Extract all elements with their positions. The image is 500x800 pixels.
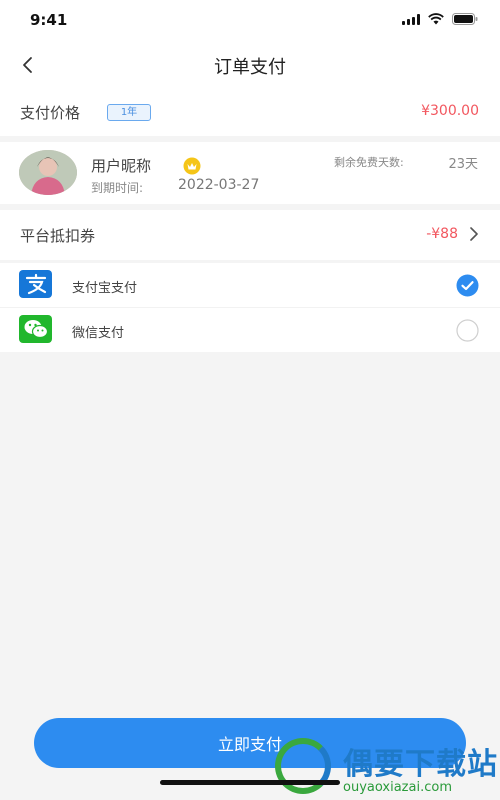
watermark-url: ouyaoxiazai.com <box>343 780 452 795</box>
status-time: 9:41 <box>30 11 68 29</box>
page-title: 订单支付 <box>214 57 286 78</box>
home-indicator <box>160 780 340 785</box>
status-icons <box>402 13 478 25</box>
vip-crown-icon <box>183 157 201 175</box>
coupon-value: -¥88 <box>426 226 458 242</box>
user-nickname: 用户昵称 <box>91 157 152 175</box>
status-bar: 9:41 <box>0 0 500 40</box>
payment-label-wechat: 微信支付 <box>72 326 125 341</box>
coupon-row[interactable]: 平台抵扣券 -¥88 <box>0 210 500 260</box>
payment-option-wechat[interactable]: 微信支付 <box>0 307 500 352</box>
price-row: 支付价格 1年 ¥300.00 <box>0 90 500 136</box>
remaining-days-value: 23天 <box>448 157 478 172</box>
signal-icon <box>402 13 420 25</box>
alipay-icon <box>19 270 52 298</box>
wifi-icon <box>428 13 444 25</box>
duration-badge: 1年 <box>107 104 151 121</box>
radio-checked-icon[interactable] <box>456 274 479 297</box>
watermark-logo <box>275 738 331 794</box>
radio-unchecked-icon[interactable] <box>456 319 479 342</box>
watermark: 偶要下载站 ouyaoxiazai.com <box>255 734 500 800</box>
payment-label-alipay: 支付宝支付 <box>72 281 138 296</box>
wechat-icon <box>19 315 52 343</box>
chevron-right-icon <box>470 227 478 241</box>
coupon-label: 平台抵扣券 <box>20 227 96 245</box>
avatar <box>19 150 77 195</box>
price-label: 支付价格 <box>20 104 81 122</box>
payment-option-alipay[interactable]: 支付宝支付 <box>0 263 500 307</box>
watermark-title: 偶要下载站 <box>343 747 498 782</box>
battery-icon <box>452 13 478 25</box>
remaining-days-label: 剩余免费天数: <box>334 156 404 169</box>
nav-bar: 订单支付 <box>0 40 500 90</box>
price-value: ¥300.00 <box>421 103 479 119</box>
expire-label: 到期时间: <box>91 181 144 195</box>
expire-date: 2022-03-27 <box>178 177 260 193</box>
user-info-row: 用户昵称 到期时间: 2022-03-27 剩余免费天数: 23天 <box>0 142 500 204</box>
